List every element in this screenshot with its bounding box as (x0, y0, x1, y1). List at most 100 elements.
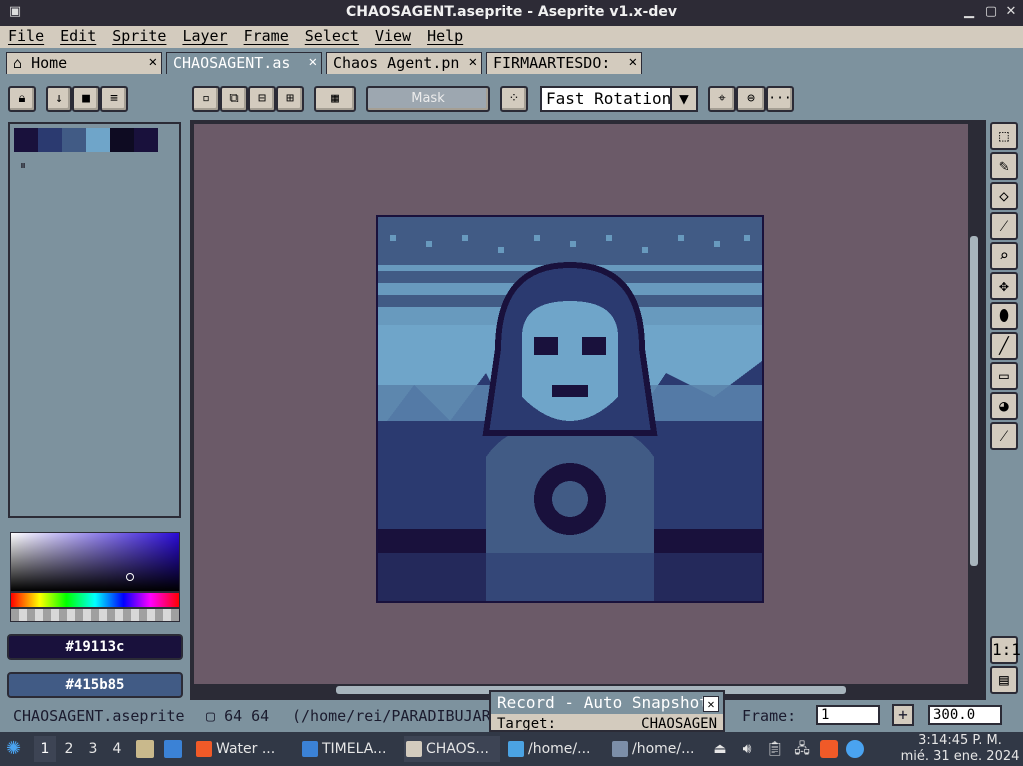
menu-help[interactable]: Help (419, 26, 471, 48)
taskbar-app-3[interactable]: CHAOS... (404, 736, 500, 762)
rotation-value: Fast Rotation (546, 89, 672, 108)
taskbar-app-5[interactable]: /home/... (610, 736, 708, 762)
tab-home[interactable]: ⌂ Home ✕ (6, 52, 162, 74)
brave-tray-icon[interactable] (820, 740, 838, 758)
palette-square-icon[interactable]: ■ (72, 86, 100, 112)
taskbar-app-1[interactable]: Water ... (194, 736, 292, 762)
close-tab-icon[interactable]: ✕ (629, 54, 637, 70)
fill-tool-icon[interactable]: ⬮ (990, 302, 1018, 330)
close-tab-icon[interactable]: ✕ (149, 54, 157, 70)
zoom-tool-icon[interactable]: ⌕ (990, 242, 1018, 270)
menu-frame[interactable]: Frame (236, 26, 297, 48)
pivot-icon[interactable]: ⁘ (500, 86, 528, 112)
transparent-color-icon[interactable]: ▦ (314, 86, 356, 112)
status-filename: CHAOSAGENT.aseprite (13, 707, 185, 725)
start-menu-icon[interactable]: ✺ (6, 736, 28, 762)
chaos-agent-sprite (378, 217, 762, 601)
more-options-icon[interactable]: ··· (766, 86, 794, 112)
clipboard-icon[interactable]: 📋︎ (766, 736, 784, 762)
workspace-2[interactable]: 2 (58, 736, 80, 762)
menu-select[interactable]: Select (297, 26, 367, 48)
chevron-down-icon[interactable]: ▼ (670, 88, 696, 110)
home-icon: ⌂ (13, 54, 23, 72)
notification-icon[interactable] (846, 740, 864, 758)
window-title: CHAOSAGENT.aseprite - Aseprite v1.x-dev (345, 4, 678, 20)
close-window-icon[interactable]: ✕ (1002, 3, 1020, 21)
eject-icon[interactable]: ⏏ (712, 736, 728, 762)
blur-tool-icon[interactable]: ⁄ (990, 422, 1018, 450)
desktop-icon[interactable] (164, 740, 182, 758)
file-manager-icon[interactable] (136, 740, 154, 758)
frame-input[interactable]: 1 (816, 705, 880, 725)
tab-firmaartesdo[interactable]: FIRMAARTESDO: ✕ (486, 52, 642, 74)
palette-swatch[interactable] (38, 128, 62, 152)
menu-layer[interactable]: Layer (174, 26, 235, 48)
menu-file[interactable]: File (0, 26, 52, 48)
menubar: File Edit Sprite Layer Frame Select View… (0, 26, 1023, 48)
pencil-tool-icon[interactable]: ✎ (990, 152, 1018, 180)
guide-icon[interactable]: ⌖ (708, 86, 736, 112)
workspace-1[interactable]: 1 (34, 736, 56, 762)
palette-menu-icon[interactable]: ≡ (100, 86, 128, 112)
clock-time: 3:14:45 P. M. (918, 733, 1002, 748)
background-color-hex: #415b85 (65, 677, 125, 693)
timeline-icon[interactable]: ▤ (990, 666, 1018, 694)
tab-chaos-agent-png[interactable]: Chaos Agent.pn ✕ (326, 52, 482, 74)
add-frame-button[interactable]: + (892, 704, 914, 726)
sprite-artwork[interactable] (376, 215, 764, 603)
line-tool-icon[interactable]: ╱ (990, 332, 1018, 360)
palette-swatch[interactable] (110, 128, 134, 152)
palette-swatch[interactable] (86, 128, 110, 152)
contour-tool-icon[interactable]: ◕ (990, 392, 1018, 420)
close-tab-icon[interactable]: ✕ (309, 54, 317, 70)
close-icon[interactable]: ✕ (703, 696, 719, 712)
record-snapshot-dialog[interactable]: Record - Auto Snapshot ✕ Target: CHAOSAG… (489, 690, 725, 732)
minimize-icon[interactable]: ▁ (960, 3, 978, 21)
taskbar-app-4[interactable]: /home/... (506, 736, 604, 762)
volume-icon[interactable]: 🔊︎ (738, 736, 756, 762)
selection-replace-icon[interactable]: ▫ (192, 86, 220, 112)
tab-label: Chaos Agent.pn (333, 54, 460, 72)
workspace-4[interactable]: 4 (106, 736, 128, 762)
record-target-row: Target: CHAOSAGEN (491, 714, 723, 732)
lock-icon[interactable]: 🔒︎ (8, 86, 36, 112)
mask-button[interactable]: Mask (366, 86, 490, 112)
palette-swatch[interactable] (62, 128, 86, 152)
color-spectrum[interactable] (10, 532, 180, 592)
actual-size-icon[interactable]: 1:1 (990, 636, 1021, 664)
close-tab-icon[interactable]: ✕ (469, 54, 477, 70)
frame-label: Frame: (742, 707, 797, 725)
menu-sprite[interactable]: Sprite (104, 26, 174, 48)
menu-view[interactable]: View (367, 26, 419, 48)
clock[interactable]: 3:14:45 P. M. mié. 31 ene. 2024 (900, 733, 1020, 765)
window-titlebar[interactable]: ▣ CHAOSAGENT.aseprite - Aseprite v1.x-de… (0, 0, 1023, 26)
marquee-tool-icon[interactable]: ⬚ (990, 122, 1018, 150)
move-tool-icon[interactable]: ✥ (990, 272, 1018, 300)
alpha-slider[interactable] (10, 608, 180, 622)
workspace-3[interactable]: 3 (82, 736, 104, 762)
maximize-icon[interactable]: ▢ (982, 3, 1000, 21)
menu-edit[interactable]: Edit (52, 26, 104, 48)
eraser-tool-icon[interactable]: ◇ (990, 182, 1018, 210)
taskbar-app-2[interactable]: TIMELA... (300, 736, 398, 762)
background-color[interactable]: #415b85 (7, 672, 183, 698)
vertical-scrollbar[interactable] (970, 236, 978, 566)
snap-icon[interactable]: ⊜ (736, 86, 766, 112)
foreground-color[interactable]: #19113c (7, 634, 183, 660)
hue-slider[interactable] (10, 592, 180, 608)
palette-swatch[interactable] (134, 128, 158, 152)
taskbar-app-label: Water ... (216, 741, 276, 757)
selection-add-icon[interactable]: ⧉ (220, 86, 248, 112)
palette-swatch[interactable] (14, 128, 38, 152)
rotation-algorithm-select[interactable]: Fast Rotation ▼ (540, 86, 698, 112)
palette-down-icon[interactable]: ↓ (46, 86, 72, 112)
network-icon[interactable]: 🖧 (792, 736, 812, 762)
tab-label: FIRMAARTESDO: (493, 54, 611, 72)
target-label: Target: (497, 716, 557, 732)
zoom-input[interactable]: 300.0 (928, 705, 1002, 725)
selection-intersect-icon[interactable]: ⊞ (276, 86, 304, 112)
tab-chaosagent[interactable]: CHAOSAGENT.as ✕ (166, 52, 322, 74)
rectangle-tool-icon[interactable]: ▭ (990, 362, 1018, 390)
selection-subtract-icon[interactable]: ⊟ (248, 86, 276, 112)
eyedropper-tool-icon[interactable]: ⁄ (990, 212, 1018, 240)
